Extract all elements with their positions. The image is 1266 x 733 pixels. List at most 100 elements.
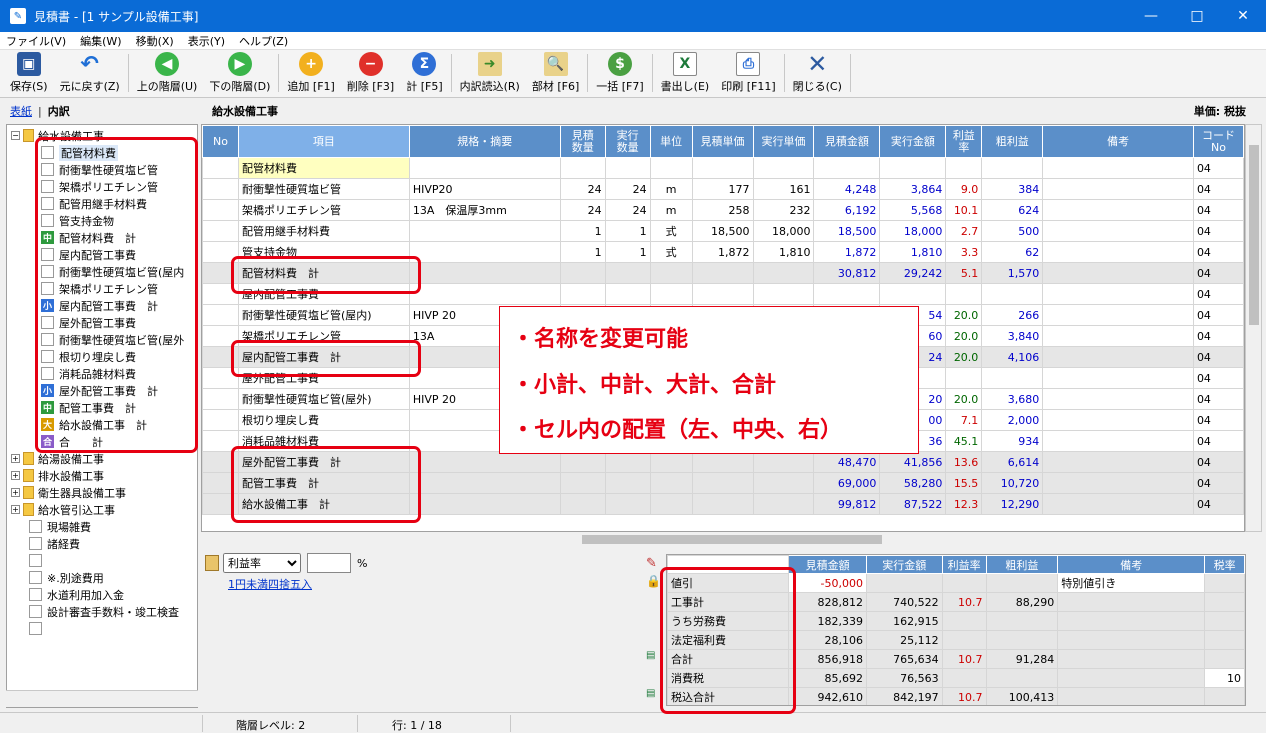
scroll-thumb[interactable]: [582, 535, 882, 544]
grid-cell-ae[interactable]: 4,248: [813, 178, 881, 200]
grid-cell-qa[interactable]: 1: [604, 241, 651, 263]
grid-cell-spec[interactable]: [408, 451, 561, 473]
menu-help[interactable]: ヘルプ(Z): [239, 33, 288, 49]
grid-cell-qa[interactable]: [604, 262, 651, 284]
grid-cell-code[interactable]: 04: [1192, 157, 1244, 179]
summary-cell-note[interactable]: [1057, 611, 1206, 631]
grid-cell-aa[interactable]: 18,000: [879, 220, 947, 242]
summary-cell-tax[interactable]: [1204, 592, 1245, 612]
rate-select[interactable]: 利益率: [223, 553, 301, 573]
grid-cell-qa[interactable]: 24: [604, 178, 651, 200]
grid-cell-unit[interactable]: 式: [649, 241, 693, 263]
grid-vertical-scrollbar[interactable]: [1245, 124, 1262, 532]
grid-cell-pe[interactable]: 258: [691, 199, 754, 221]
grid-cell-no[interactable]: [202, 409, 239, 431]
summary-cell-note[interactable]: 特別値引き: [1057, 573, 1206, 593]
grid-cell-profit[interactable]: [981, 283, 1044, 305]
grid-cell-ae[interactable]: 1,872: [813, 241, 881, 263]
summary-cell-tax[interactable]: 10: [1204, 668, 1245, 688]
grid-cell-note[interactable]: [1042, 367, 1194, 389]
grid-cell-item[interactable]: 耐衝撃性硬質塩ビ管: [237, 178, 410, 200]
column-header[interactable]: 備考: [1042, 125, 1194, 158]
grid-cell-note[interactable]: [1042, 304, 1194, 326]
grid-cell-note[interactable]: [1042, 262, 1194, 284]
summary-cell-tax[interactable]: [1204, 611, 1245, 631]
grid-cell-pe[interactable]: [691, 451, 754, 473]
grid-cell-code[interactable]: 04: [1192, 325, 1244, 347]
grid-cell-qe[interactable]: 1: [559, 220, 606, 242]
summary-cell-tax[interactable]: [1204, 649, 1245, 669]
parts-button[interactable]: 🔍 部材 [F6]: [526, 51, 585, 97]
grid-cell-code[interactable]: 04: [1192, 451, 1244, 473]
grid-cell-profit[interactable]: 62: [981, 241, 1044, 263]
grid-cell-spec[interactable]: [408, 262, 561, 284]
tree-horizontal-scrollbar[interactable]: [6, 690, 198, 707]
summary-cell-tax[interactable]: [1204, 630, 1245, 650]
grid-cell-profit[interactable]: [981, 367, 1044, 389]
grid-cell-spec[interactable]: 13A 保温厚3mm: [408, 199, 561, 221]
tab-detail[interactable]: 内訳: [48, 103, 70, 119]
import-button[interactable]: ➜ 内訳読込(R): [454, 51, 526, 97]
grid-cell-aa[interactable]: 1,810: [879, 241, 947, 263]
grid-cell-pe[interactable]: [691, 157, 754, 179]
grid-cell-rate[interactable]: 20.0: [945, 325, 983, 347]
grid-cell-qe[interactable]: [559, 157, 606, 179]
grid-cell-unit[interactable]: m: [649, 178, 693, 200]
column-header[interactable]: 見積金額: [813, 125, 881, 158]
grid-cell-profit[interactable]: 934: [981, 430, 1044, 452]
column-header[interactable]: 粗利益: [981, 125, 1044, 158]
grid-cell-pa[interactable]: [752, 262, 815, 284]
grid-cell-pe[interactable]: 18,500: [691, 220, 754, 242]
grid-cell-qe[interactable]: [559, 262, 606, 284]
grid-cell-qe[interactable]: [559, 283, 606, 305]
expand-icon[interactable]: +: [11, 471, 20, 480]
grid-cell-qe[interactable]: [559, 451, 606, 473]
grid-cell-aa[interactable]: 29,242: [879, 262, 947, 284]
grid-cell-profit[interactable]: 1,570: [981, 262, 1044, 284]
batch-button[interactable]: $ 一括 [F7]: [590, 51, 649, 97]
grid-cell-no[interactable]: [202, 178, 239, 200]
grid-cell-ae[interactable]: 6,192: [813, 199, 881, 221]
grid-cell-qe[interactable]: 1: [559, 241, 606, 263]
grid-cell-item[interactable]: 耐衝撃性硬質塩ビ管(屋外): [237, 388, 410, 410]
grid-cell-profit[interactable]: 3,680: [981, 388, 1044, 410]
grid-cell-ae[interactable]: [813, 283, 881, 305]
grid-cell-code[interactable]: 04: [1192, 472, 1244, 494]
tree-item[interactable]: 諸経費: [29, 535, 80, 552]
grid-cell-pa[interactable]: [752, 283, 815, 305]
grid-cell-item[interactable]: 根切り埋戻し費: [237, 409, 410, 431]
summary-cell-note[interactable]: [1057, 592, 1206, 612]
menu-edit[interactable]: 編集(W): [80, 33, 121, 49]
grid-cell-pa[interactable]: [752, 472, 815, 494]
summary-cell-est[interactable]: -50,000: [788, 573, 867, 593]
grid-cell-no[interactable]: [202, 388, 239, 410]
grid-cell-qa[interactable]: [604, 451, 651, 473]
grid-cell-qa[interactable]: [604, 472, 651, 494]
grid-cell-aa[interactable]: 87,522: [879, 493, 947, 515]
grid-cell-pa[interactable]: 161: [752, 178, 815, 200]
column-header[interactable]: 項目: [237, 125, 410, 158]
grid-cell-pa[interactable]: 18,000: [752, 220, 815, 242]
tree-item[interactable]: + 給水管引込工事: [11, 501, 115, 518]
tree-item[interactable]: + 衛生器具設備工事: [11, 484, 126, 501]
grid-cell-ae[interactable]: 48,470: [813, 451, 881, 473]
grid-cell-pe[interactable]: 1,872: [691, 241, 754, 263]
grid-cell-pe[interactable]: [691, 262, 754, 284]
grid-cell-pa[interactable]: 232: [752, 199, 815, 221]
grid-cell-qe[interactable]: 24: [559, 199, 606, 221]
grid-cell-unit[interactable]: [649, 283, 693, 305]
summary-cell-est[interactable]: 942,610: [788, 687, 867, 705]
grid-cell-pe[interactable]: [691, 472, 754, 494]
grid-cell-no[interactable]: [202, 304, 239, 326]
grid-cell-profit[interactable]: 6,614: [981, 451, 1044, 473]
grid-cell-profit[interactable]: 4,106: [981, 346, 1044, 368]
grid-cell-qe[interactable]: [559, 493, 606, 515]
grid-cell-rate[interactable]: 20.0: [945, 388, 983, 410]
grid-cell-profit[interactable]: 12,290: [981, 493, 1044, 515]
grid-cell-note[interactable]: [1042, 346, 1194, 368]
grid-cell-qe[interactable]: [559, 472, 606, 494]
add-button[interactable]: + 追加 [F1]: [281, 51, 340, 97]
grid-cell-rate[interactable]: 45.1: [945, 430, 983, 452]
grid-cell-rate[interactable]: [945, 367, 983, 389]
summary-cell-est[interactable]: 28,106: [788, 630, 867, 650]
